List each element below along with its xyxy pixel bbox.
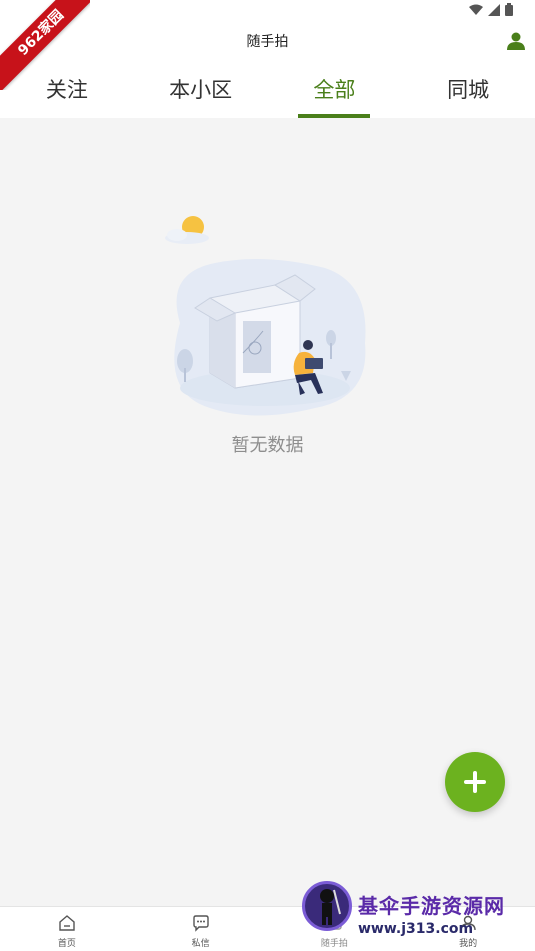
status-icons [469, 3, 513, 16]
nav-messages[interactable]: 私信 [134, 907, 268, 951]
nav-label: 私信 [191, 939, 210, 949]
tab-all[interactable]: 全部 [268, 60, 402, 118]
wifi-icon [469, 4, 483, 15]
watermark-title: 基伞手游资源网 [358, 894, 505, 918]
profile-button[interactable] [505, 30, 527, 52]
tab-community[interactable]: 本小区 [134, 60, 268, 118]
add-post-button[interactable] [445, 752, 505, 812]
tab-label: 同城 [447, 78, 490, 102]
empty-state-text: 暂无数据 [231, 435, 304, 456]
content-area[interactable]: 暂无数据 [0, 118, 535, 906]
tab-same-city[interactable]: 同城 [401, 60, 535, 118]
nav-label: 首页 [57, 939, 76, 949]
battery-icon [505, 3, 513, 16]
ninja-icon [302, 881, 352, 931]
bottom-watermark: 基伞手游资源网 www.j313.com [300, 880, 535, 951]
watermark-url: www.j313.com [358, 921, 474, 937]
person-icon [507, 32, 525, 50]
signal-icon [488, 3, 500, 16]
nav-home[interactable]: 首页 [0, 907, 134, 951]
plus-icon [464, 771, 486, 793]
tab-label: 本小区 [169, 78, 233, 102]
corner-watermark: 962家园 [0, 0, 90, 90]
tab-label: 全部 [313, 78, 356, 102]
message-icon [191, 913, 211, 933]
empty-box-illustration [155, 213, 380, 428]
home-icon [57, 913, 77, 933]
corner-watermark-text: 962家园 [0, 0, 90, 90]
